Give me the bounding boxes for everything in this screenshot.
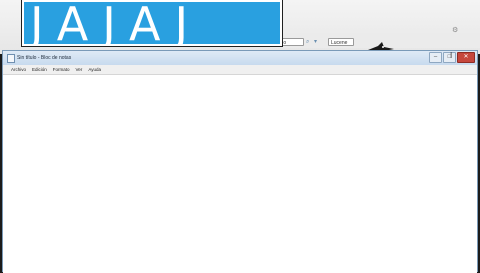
- window-title: Sin título - Bloc de notas: [17, 55, 72, 61]
- notepad-window: Sin título - Bloc de notas – □ ✕ Archivo…: [2, 50, 478, 273]
- minimize-button[interactable]: –: [429, 52, 442, 63]
- close-button[interactable]: ✕: [457, 52, 475, 63]
- text-cursor-icon: I: [450, 51, 453, 60]
- menu-edit[interactable]: Edición: [32, 65, 47, 74]
- menu-view[interactable]: Ver: [76, 65, 83, 74]
- background-search-field-2[interactable]: Lucene: [328, 38, 354, 46]
- menu-format[interactable]: Formato: [53, 65, 70, 74]
- dropdown-icon[interactable]: ▾: [314, 38, 317, 46]
- notepad-icon: [7, 54, 15, 63]
- menu-bar: Archivo Edición Formato Ver Ayuda: [3, 65, 477, 75]
- jaja-overlay-banner: JAJAJ: [22, 0, 282, 46]
- search-icon[interactable]: ⌕: [306, 38, 309, 46]
- menu-help[interactable]: Ayuda: [88, 65, 101, 74]
- gear-icon[interactable]: ⚙: [452, 26, 458, 34]
- menu-file[interactable]: Archivo: [11, 65, 26, 74]
- title-bar[interactable]: Sin título - Bloc de notas – □ ✕: [3, 51, 477, 65]
- text-editing-area[interactable]: [3, 76, 477, 273]
